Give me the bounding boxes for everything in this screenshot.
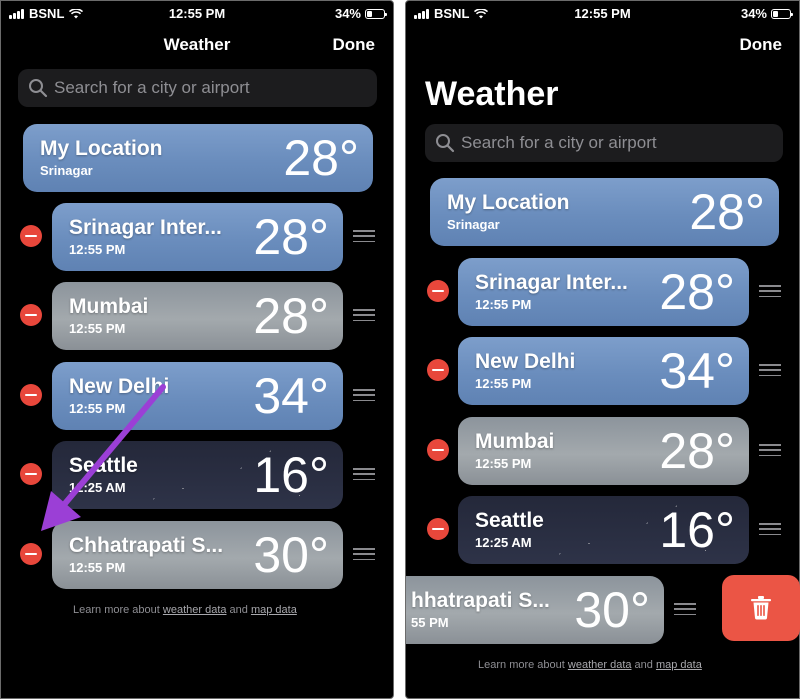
remove-city-icon[interactable] [20,304,42,326]
remove-city-icon[interactable] [427,280,449,302]
status-bar: BSNL 12:55 PM 34% [1,1,393,25]
city-card[interactable]: Seattle 12:25 AM 16° [458,496,749,564]
remove-city-icon[interactable] [427,359,449,381]
city-temp: 34° [659,343,735,399]
battery-percent: 34% [740,6,767,21]
my-location-temp: 28° [689,184,765,240]
battery-icon [771,8,793,19]
city-time: 55 PM [411,615,449,630]
my-location-city: Srinagar [40,163,93,178]
my-location-city: Srinagar [447,217,500,232]
city-temp: 30° [253,527,329,583]
reorder-icon[interactable] [353,548,375,560]
city-card-swiped[interactable]: hhatrapati S... 55 PM 30° [406,576,664,644]
search-input[interactable]: Search for a city or airport [425,124,783,162]
my-location-card[interactable]: My Location Srinagar 28° [23,124,373,192]
city-temp: 28° [253,288,329,344]
battery-icon [365,8,387,19]
search-input[interactable]: Search for a city or airport [18,69,377,107]
my-location-title: My Location [40,137,163,160]
remove-city-icon[interactable] [20,225,42,247]
city-card[interactable]: Srinagar Inter... 12:55 PM 28° [52,203,343,271]
city-name: Srinagar Inter... [475,271,628,294]
city-name: Seattle [475,509,544,532]
remove-city-icon[interactable] [20,543,42,565]
search-placeholder: Search for a city or airport [54,78,250,97]
reorder-icon[interactable] [353,309,375,321]
delete-button[interactable] [722,575,800,641]
remove-city-icon[interactable] [427,518,449,540]
city-name: New Delhi [475,350,576,373]
city-temp: 28° [659,264,735,320]
done-button[interactable]: Done [740,35,783,55]
map-data-link[interactable]: map data [656,659,702,671]
weather-data-link[interactable]: weather data [163,604,227,616]
status-bar: BSNL 12:55 PM 34% [406,1,799,25]
city-card[interactable]: Mumbai 12:55 PM 28° [458,417,749,485]
city-time: 12:55 PM [475,456,532,471]
weather-data-link[interactable]: weather data [568,659,632,671]
reorder-icon[interactable] [759,444,781,456]
city-temp: 28° [659,423,735,479]
city-name: Srinagar Inter... [69,216,222,239]
reorder-icon[interactable] [759,285,781,297]
page-title: Weather [425,75,559,113]
city-card[interactable]: New Delhi 12:55 PM 34° [458,337,749,405]
city-temp: 34° [253,368,329,424]
city-temp: 16° [659,502,735,558]
annotation-arrow-icon [41,384,166,531]
reorder-icon[interactable] [759,523,781,535]
left-screen: BSNL 12:55 PM 34% Weather Done Search fo… [0,0,394,699]
reorder-icon[interactable] [353,468,375,480]
my-location-card[interactable]: My Location Srinagar 28° [430,178,779,246]
reorder-icon[interactable] [674,603,696,615]
city-time: 12:55 PM [69,560,126,575]
city-temp: 30° [574,582,650,638]
done-button[interactable]: Done [333,35,376,55]
reorder-icon[interactable] [759,364,781,376]
city-time: 12:25 AM [475,535,532,550]
city-time: 12:55 PM [69,242,126,257]
city-card[interactable]: Mumbai 12:55 PM 28° [52,282,343,350]
footer-note: Learn more about weather data and map da… [478,659,702,671]
city-name: hhatrapati S... [411,589,550,612]
trash-icon [751,596,771,620]
city-time: 12:55 PM [69,321,126,336]
my-location-title: My Location [447,191,570,214]
battery-percent: 34% [334,6,361,21]
reorder-icon[interactable] [353,389,375,401]
search-icon [29,79,48,98]
footer-note: Learn more about weather data and map da… [73,604,297,616]
search-placeholder: Search for a city or airport [461,133,657,152]
city-time: 12:55 PM [475,376,532,391]
city-name: Mumbai [475,430,555,453]
reorder-icon[interactable] [353,230,375,242]
remove-city-icon[interactable] [427,439,449,461]
city-time: 12:55 PM [475,297,532,312]
map-data-link[interactable]: map data [251,604,297,616]
my-location-temp: 28° [283,130,359,186]
city-card[interactable]: Srinagar Inter... 12:55 PM 28° [458,258,749,326]
search-icon [436,134,455,153]
city-name: Mumbai [69,295,149,318]
city-temp: 28° [253,209,329,265]
city-temp: 16° [253,447,329,503]
